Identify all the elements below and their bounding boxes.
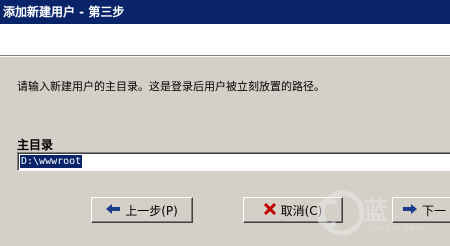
home-directory-value: D:\wwwroot	[20, 155, 83, 168]
home-directory-input[interactable]: D:\wwwroot	[17, 152, 450, 171]
header-panel	[0, 24, 450, 55]
header-divider	[0, 55, 450, 57]
right-arrow-icon	[403, 203, 417, 217]
watermark-text: 蓝	[364, 197, 390, 225]
back-button-label: 上一步(P)	[125, 203, 178, 218]
dialog-title: 添加新建用户 - 第三步	[0, 0, 450, 24]
cancel-button[interactable]: 取消(C)	[243, 197, 343, 223]
back-button[interactable]: 上一步(P)	[91, 197, 193, 223]
x-icon	[263, 202, 276, 218]
cancel-button-label: 取消(C)	[280, 203, 323, 218]
home-directory-label: 主目录	[17, 138, 54, 152]
watermark-subtext: lanbui.com	[370, 223, 425, 232]
next-button[interactable]: 下一	[392, 197, 450, 223]
next-button-label: 下一	[422, 203, 447, 218]
instruction-text: 请输入新建用户的主目录。这是登录后用户被立刻放置的路径。	[17, 80, 325, 93]
left-arrow-icon	[106, 203, 121, 217]
